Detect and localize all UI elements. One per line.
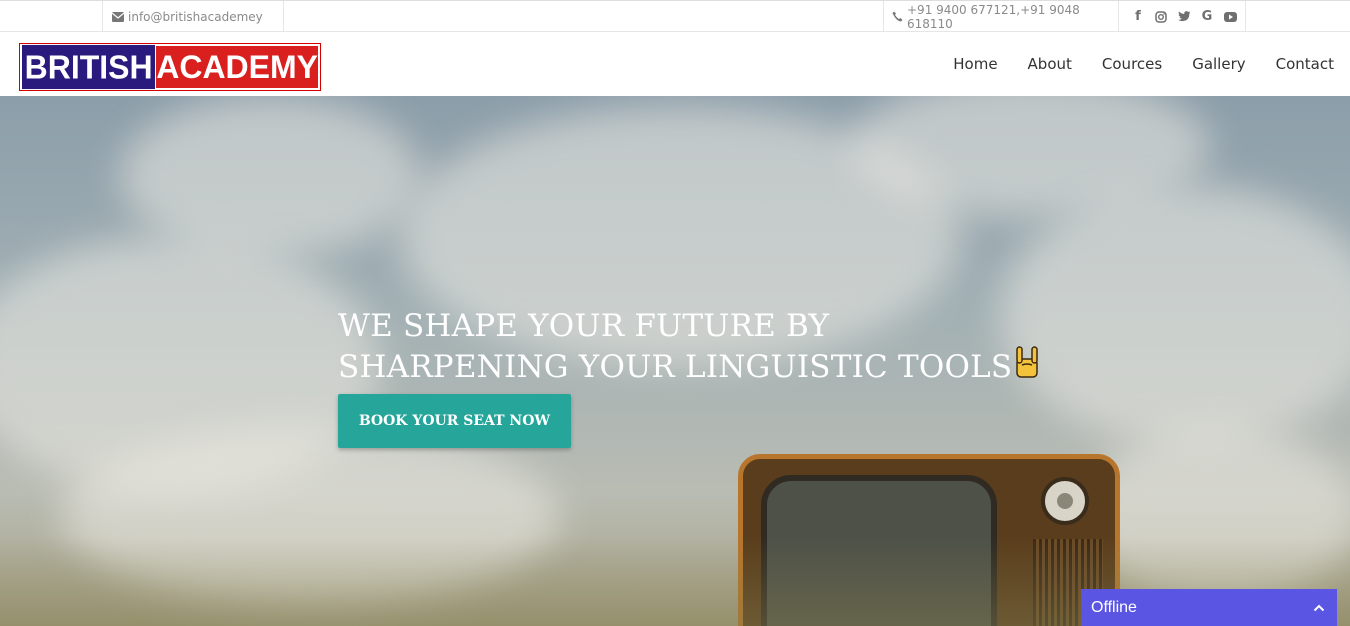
book-seat-button[interactable]: BOOK YOUR SEAT NOW bbox=[338, 394, 571, 448]
cloud-shape bbox=[120, 96, 420, 256]
nav-cources[interactable]: Cources bbox=[1102, 55, 1162, 73]
google-icon[interactable]: G bbox=[1200, 9, 1214, 24]
main-nav: Home About Cources Gallery Contact bbox=[953, 32, 1334, 96]
phone-text: +91 9400 677121,+91 9048 618110 bbox=[907, 2, 1080, 31]
envelope-icon bbox=[112, 11, 124, 22]
chat-widget[interactable]: Offline bbox=[1081, 589, 1337, 626]
instagram-icon[interactable] bbox=[1154, 10, 1168, 24]
british-academy-logo[interactable]: BRITISH ACADEMY bbox=[19, 43, 321, 91]
headline-line-1: WE SHAPE YOUR FUTURE BY bbox=[338, 308, 830, 344]
logo-part-british: BRITISH bbox=[22, 44, 156, 90]
tv-knob bbox=[1041, 477, 1089, 525]
site-header: BRITISH ACADEMY Home About Cources Galle… bbox=[0, 32, 1350, 96]
social-links: f G bbox=[1119, 1, 1246, 32]
headline-line-2: SHARPENING YOUR LINGUISTIC TOOLS bbox=[338, 349, 1013, 385]
youtube-icon[interactable] bbox=[1223, 10, 1237, 24]
chevron-up-icon[interactable] bbox=[1313, 599, 1325, 617]
hero-headline: WE SHAPE YOUR FUTURE BY SHARPENING YOUR … bbox=[338, 308, 1040, 390]
cloud-shape bbox=[1000, 186, 1350, 446]
chat-status: Offline bbox=[1091, 598, 1137, 616]
nav-home[interactable]: Home bbox=[953, 55, 997, 73]
top-bar: info@britishacademey +91 9400 677121,+91… bbox=[0, 0, 1350, 32]
logo-part-academy: ACADEMY bbox=[156, 46, 318, 88]
twitter-icon[interactable] bbox=[1177, 10, 1191, 24]
nav-about[interactable]: About bbox=[1028, 55, 1072, 73]
phone-icon bbox=[892, 11, 903, 22]
nav-gallery[interactable]: Gallery bbox=[1192, 55, 1245, 73]
nav-contact[interactable]: Contact bbox=[1276, 55, 1334, 73]
phone-contact[interactable]: +91 9400 677121,+91 9048 618110 bbox=[883, 1, 1119, 32]
email-contact[interactable]: info@britishacademey bbox=[102, 1, 284, 32]
email-text: info@britishacademey bbox=[128, 9, 263, 24]
rock-hand-icon bbox=[1014, 345, 1040, 390]
hero-banner: WE SHAPE YOUR FUTURE BY SHARPENING YOUR … bbox=[0, 96, 1350, 626]
facebook-icon[interactable]: f bbox=[1131, 9, 1145, 24]
